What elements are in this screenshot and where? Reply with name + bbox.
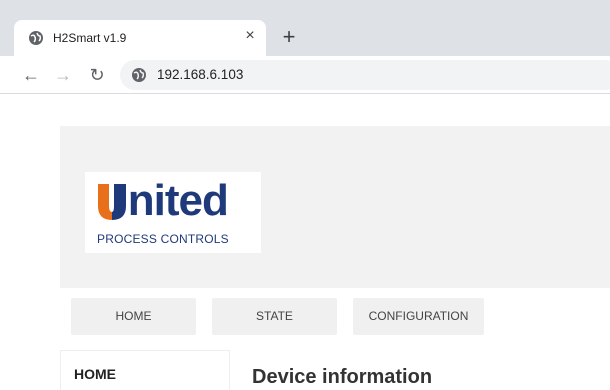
sidebar: HOME <box>60 350 230 390</box>
menu-configuration-button[interactable]: CONFIGURATION <box>353 298 484 335</box>
logo-u-mark <box>98 184 126 220</box>
url-text: 192.168.6.103 <box>157 67 244 82</box>
browser-tabstrip: H2Smart v1.9 × + <box>0 0 610 56</box>
tab-title: H2Smart v1.9 <box>53 31 127 45</box>
menu-home-button[interactable]: HOME <box>71 298 196 335</box>
sidebar-heading: HOME <box>74 366 116 382</box>
company-logo: United PROCESS CONTROLS <box>85 172 261 253</box>
logo-subtitle: PROCESS CONTROLS <box>97 232 229 246</box>
globe-icon <box>132 68 146 82</box>
browser-toolbar: ← → ↻ 192.168.6.103 <box>0 56 610 94</box>
logo-wordmark-rest: nited <box>127 176 229 225</box>
browser-tab[interactable]: H2Smart v1.9 × <box>14 20 266 56</box>
menu-state-button[interactable]: STATE <box>212 298 337 335</box>
reload-icon[interactable]: ↻ <box>84 62 110 88</box>
address-bar[interactable]: 192.168.6.103 <box>120 60 610 90</box>
forward-arrow-icon[interactable]: → <box>50 62 76 88</box>
page-header: United PROCESS CONTROLS <box>60 126 610 288</box>
close-icon[interactable]: × <box>240 26 260 46</box>
new-tab-icon[interactable]: + <box>278 26 300 48</box>
back-arrow-icon[interactable]: ← <box>18 62 44 88</box>
globe-icon <box>29 31 43 45</box>
page-title: Device information <box>252 366 433 388</box>
